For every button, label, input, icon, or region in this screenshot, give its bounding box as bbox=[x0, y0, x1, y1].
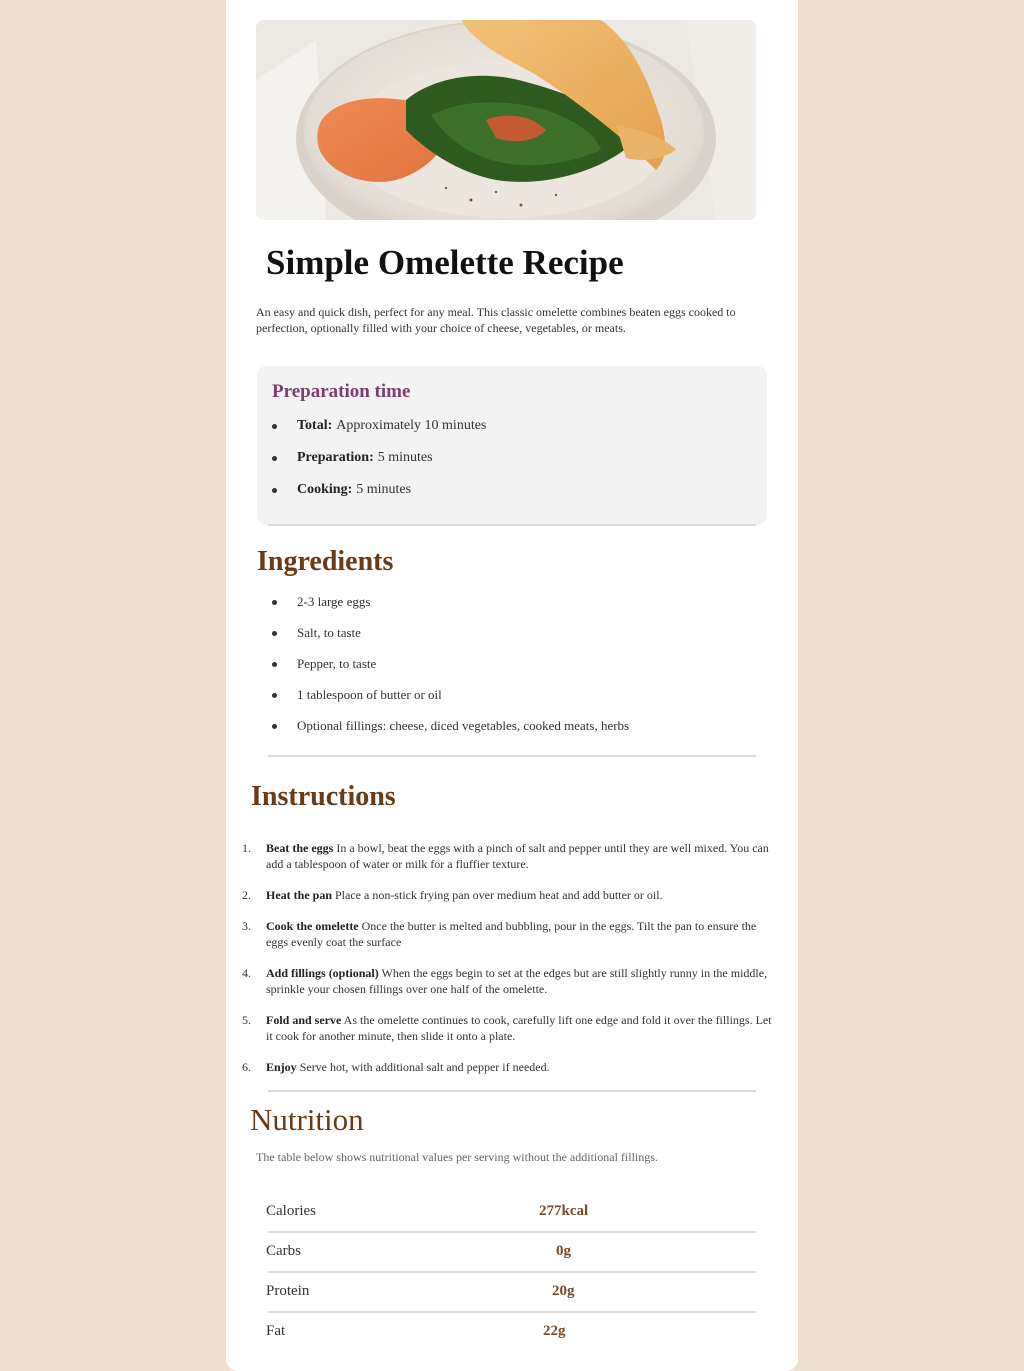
recipe-title: Simple Omelette Recipe bbox=[266, 243, 624, 282]
instruction-step: 3. Cook the omelette Once the butter is … bbox=[242, 919, 757, 949]
ingredient-item: 2-3 large eggs bbox=[272, 594, 370, 610]
prep-item-cooking: Cooking: 5 minutes bbox=[272, 482, 411, 498]
instruction-step: 4. Add fillings (optional) When the eggs… bbox=[242, 966, 768, 996]
ingredient-item: Salt, to taste bbox=[272, 625, 361, 641]
divider bbox=[268, 1090, 756, 1092]
bullet-icon bbox=[272, 692, 277, 698]
prep-item-preparation: Preparation: 5 minutes bbox=[272, 450, 433, 466]
recipe-card: Simple Omelette Recipe An easy and quick… bbox=[226, 0, 798, 1371]
ingredient-item: Pepper, to taste bbox=[272, 656, 376, 672]
ingredient-item: 1 tablespoon of butter or oil bbox=[272, 687, 442, 703]
divider bbox=[268, 1271, 756, 1273]
divider bbox=[268, 524, 756, 526]
nutrition-value: 20g bbox=[552, 1283, 575, 1299]
bullet-icon bbox=[272, 455, 277, 461]
nutrition-heading: Nutrition bbox=[250, 1102, 364, 1137]
ingredient-item: Optional fillings: cheese, diced vegetab… bbox=[272, 718, 629, 734]
nutrition-label: Fat bbox=[266, 1323, 286, 1339]
nutrition-row-calories: Calories 277kcal bbox=[266, 1203, 756, 1243]
ingredients-heading: Ingredients bbox=[257, 546, 394, 577]
bullet-icon bbox=[272, 599, 277, 605]
omelette-image bbox=[256, 20, 756, 220]
nutrition-note: The table below shows nutritional values… bbox=[256, 1150, 658, 1164]
preparation-heading: Preparation time bbox=[272, 381, 411, 402]
prep-item-label: Preparation: bbox=[297, 450, 374, 465]
nutrition-value: 277kcal bbox=[539, 1203, 589, 1219]
instruction-step: 2. Heat the pan Place a non-stick frying… bbox=[242, 888, 663, 902]
nutrition-row-fat: Fat 22g bbox=[266, 1323, 756, 1363]
nutrition-value: 0g bbox=[556, 1243, 571, 1259]
prep-item-value: 5 minutes bbox=[356, 482, 412, 497]
nutrition-value: 22g bbox=[543, 1323, 566, 1339]
divider bbox=[268, 755, 756, 757]
nutrition-row-carbs: Carbs 0g bbox=[266, 1243, 756, 1283]
instruction-step: 6. Enjoy Serve hot, with additional salt… bbox=[242, 1060, 550, 1074]
bullet-icon bbox=[272, 487, 277, 493]
bullet-icon bbox=[272, 661, 277, 667]
bullet-icon bbox=[272, 630, 277, 636]
nutrition-label: Carbs bbox=[266, 1243, 301, 1259]
prep-item-value: Approximately 10 minutes bbox=[336, 418, 487, 433]
prep-item-value: 5 minutes bbox=[377, 450, 433, 465]
bullet-icon bbox=[272, 423, 277, 429]
prep-item-label: Cooking: bbox=[297, 482, 353, 497]
recipe-intro: An easy and quick dish, perfect for any … bbox=[256, 305, 736, 335]
bullet-icon bbox=[272, 723, 277, 729]
divider bbox=[268, 1231, 756, 1233]
prep-item-total: Total: Approximately 10 minutes bbox=[272, 418, 486, 434]
instruction-step: 5. Fold and serve As the omelette contin… bbox=[242, 1013, 772, 1043]
nutrition-label: Calories bbox=[266, 1203, 316, 1219]
nutrition-label: Protein bbox=[266, 1283, 310, 1299]
instructions-heading: Instructions bbox=[251, 781, 396, 812]
instruction-step: 1. Beat the eggs In a bowl, beat the egg… bbox=[242, 841, 769, 871]
nutrition-row-protein: Protein 20g bbox=[266, 1283, 756, 1323]
divider bbox=[268, 1311, 756, 1313]
prep-item-label: Total: bbox=[297, 418, 333, 433]
